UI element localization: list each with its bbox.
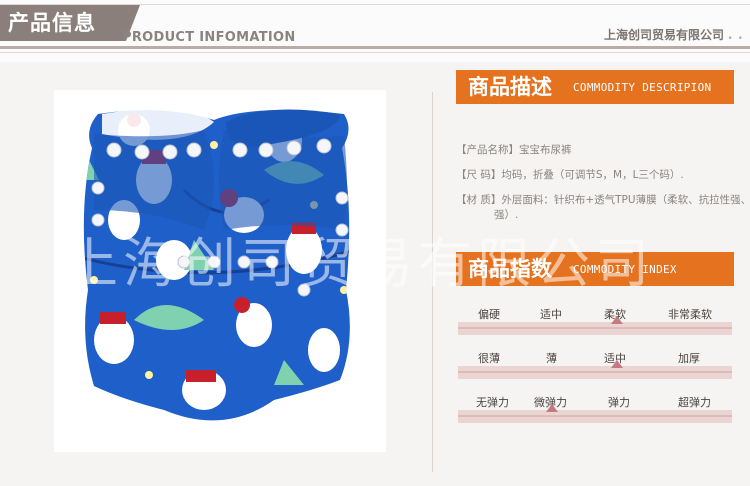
- description-ribbon: 商品描述 COMMODITY DESCRIPION: [456, 70, 734, 104]
- material-row: 【材 质】外层面料：针织布+透气TPU薄膜（柔软、抗拉性强、透气性强）.: [456, 193, 750, 223]
- size-row: 【尺 码】均码，折叠（可调节S，M，L三个码）.: [456, 168, 746, 183]
- company-name: 上海创司贸易有限公司: [603, 28, 724, 42]
- size-label: 【尺 码】: [456, 169, 502, 181]
- material-label: 【材 质】: [456, 194, 502, 206]
- product-photo: [54, 90, 386, 452]
- index-ribbon: 商品指数 COMMODITY INDEX: [456, 252, 734, 286]
- description-title: 商品描述: [468, 75, 552, 99]
- product-name-value: 宝宝布尿裤: [519, 144, 572, 156]
- description-title-en: COMMODITY DESCRIPION: [573, 81, 712, 94]
- material-value: 外层面料：针织布+透气TPU薄膜（柔软、抗拉性强、透气性强）.: [494, 194, 750, 221]
- product-name-row: 【产品名称】宝宝布尿裤: [456, 143, 746, 158]
- scale-label: 薄: [546, 352, 557, 365]
- vertical-divider: [432, 92, 433, 472]
- scale-label: 超弹力: [678, 396, 711, 409]
- scale-label: 很薄: [478, 352, 500, 365]
- scale-label: 无弹力: [476, 396, 509, 409]
- index-title-en: COMMODITY INDEX: [573, 263, 677, 276]
- scale-bar: [458, 366, 732, 379]
- product-name-label: 【产品名称】: [456, 144, 519, 156]
- product-content: 商品描述 COMMODITY DESCRIPION 【产品名称】宝宝布尿裤 【尺…: [0, 62, 750, 486]
- scale-label: 加厚: [678, 352, 700, 365]
- scale-label: 弹力: [608, 396, 630, 409]
- scale-marker: [546, 404, 558, 412]
- scale-label: 适中: [540, 308, 562, 321]
- scale-marker: [611, 316, 623, 324]
- scale-label: 非常柔软: [668, 308, 712, 321]
- section-subtitle: PRODUCT INFOMATION: [122, 30, 296, 45]
- header-divider: [0, 46, 750, 49]
- header-divider-thin: [0, 52, 750, 53]
- diaper-image: [83, 108, 350, 421]
- scale-bar: [458, 410, 732, 423]
- scale-bar: [458, 322, 732, 335]
- header: 产品信息 PRODUCT INFOMATION 上海创司贸易有限公司 • •: [0, 0, 750, 62]
- index-title: 商品指数: [468, 257, 552, 281]
- scale-marker: [611, 360, 623, 368]
- size-value: 均码，折叠（可调节S，M，L三个码）.: [501, 169, 684, 181]
- section-title: 产品信息: [0, 5, 126, 41]
- scale-label: 偏硬: [478, 308, 500, 321]
- decorative-dots: • •: [727, 34, 744, 44]
